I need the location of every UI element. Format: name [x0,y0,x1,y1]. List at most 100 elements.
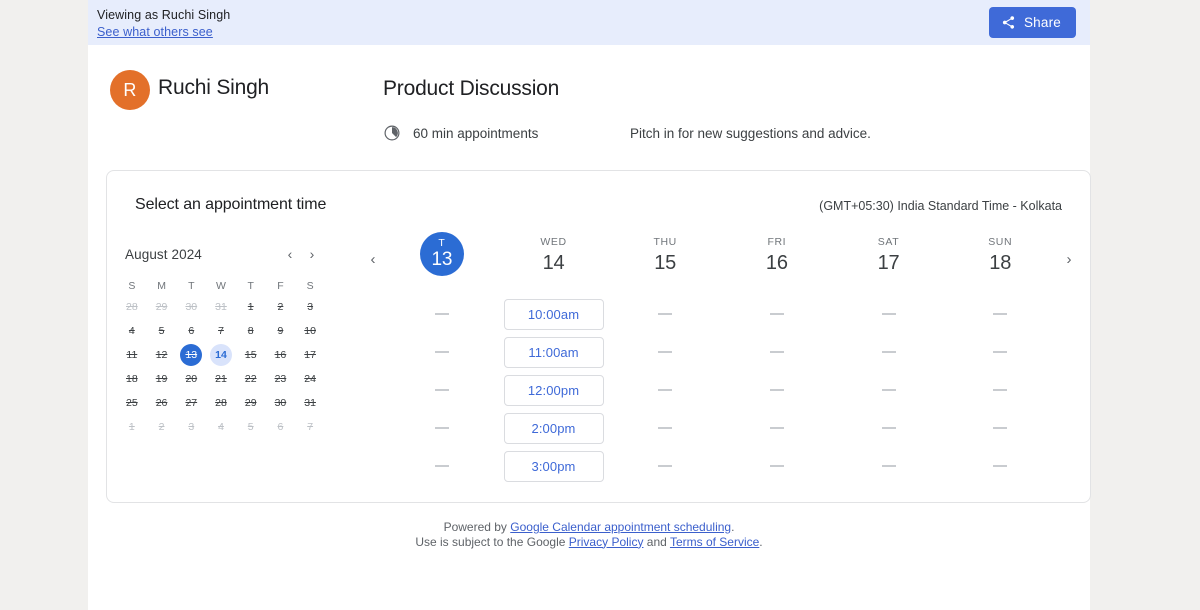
mini-calendar-day-31[interactable]: 31 [210,296,232,318]
mini-calendar-day-14[interactable]: 14 [209,344,232,366]
mini-calendar-day-18[interactable]: 18 [121,368,143,390]
time-slot-button-10:00am[interactable]: 10:00am [503,298,604,330]
day-column-header-16[interactable]: FRI 16 [721,233,833,277]
mini-calendar-day-10[interactable]: 10 [299,320,321,342]
mini-calendar-day-23[interactable]: 23 [269,368,291,390]
time-slot-button-12:00pm[interactable]: 12:00pm [503,374,604,406]
mini-calendar-day-5[interactable]: 5 [240,416,262,438]
mini-calendar-day-12[interactable]: 12 [151,344,173,366]
mini-calendar-day-6[interactable]: 6 [180,320,202,342]
slot-unavailable-dash [993,351,1008,353]
slot-row [944,371,1056,409]
slot-column-16 [721,295,833,485]
mini-calendar-day-17[interactable]: 17 [299,344,321,366]
mini-calendar-day-15[interactable]: 15 [240,344,262,366]
slot-unavailable-dash [434,389,449,391]
mini-calendar-day-22[interactable]: 22 [240,368,262,390]
mini-calendar-day-26[interactable]: 26 [151,392,173,414]
mini-calendar-day-3[interactable]: 3 [180,416,202,438]
privacy-policy-link[interactable]: Privacy Policy [569,535,644,549]
mini-calendar-day-2[interactable]: 2 [151,416,173,438]
mini-calendar-day-4[interactable]: 4 [121,320,143,342]
day-column-dow: WED [540,236,567,248]
mini-calendar-cell: 1 [117,415,147,439]
footer-powered-prefix: Powered by [443,520,511,534]
mini-calendar-day-4[interactable]: 4 [210,416,232,438]
mini-calendar-day-30[interactable]: 30 [180,296,202,318]
day-column-header-15[interactable]: THU 15 [609,233,721,277]
mini-calendar-dow-header: F [277,279,284,292]
time-slot-button-2:00pm[interactable]: 2:00pm [503,412,604,444]
day-column-header-18[interactable]: SUN 18 [944,233,1056,277]
mini-calendar-day-1[interactable]: 1 [121,416,143,438]
mini-calendar-cell: 2 [147,415,177,439]
see-what-others-see-link[interactable]: See what others see [97,24,230,41]
mini-calendar-day-7[interactable]: 7 [299,416,321,438]
mini-calendar-day-9[interactable]: 9 [269,320,291,342]
banner-text: Viewing as Ruchi Singh See what others s… [97,7,230,41]
time-slot-button-3:00pm[interactable]: 3:00pm [503,450,604,482]
day-strip-prev-chevron-left-icon[interactable]: ‹ [360,233,386,285]
mini-calendar-prev-month-chevron-left-icon[interactable]: ‹ [279,243,301,265]
slot-row [386,333,498,371]
mini-calendar-day-19[interactable]: 19 [151,368,173,390]
mini-calendar-day-21[interactable]: 21 [210,368,232,390]
mini-calendar-day-2[interactable]: 2 [269,296,291,318]
mini-calendar-day-25[interactable]: 25 [121,392,143,414]
slot-row: 12:00pm [498,371,610,409]
mini-calendar-day-5[interactable]: 5 [151,320,173,342]
slot-unavailable-dash [658,465,673,467]
mini-calendar-cell: 21 [206,367,236,391]
mini-calendar-day-13[interactable]: 13 [180,344,203,366]
mini-calendar-day-24[interactable]: 24 [299,368,321,390]
mini-calendar-next-month-chevron-right-icon[interactable]: › [301,243,323,265]
mini-calendar-day-28[interactable]: 28 [210,392,232,414]
mini-calendar-day-28[interactable]: 28 [121,296,143,318]
share-button[interactable]: Share [988,7,1076,38]
appointment-picker-card: Select an appointment time (GMT+05:30) I… [106,170,1091,503]
mini-calendar-day-11[interactable]: 11 [121,344,143,366]
slot-row [386,371,498,409]
footer-powered-line: Powered by Google Calendar appointment s… [88,520,1090,535]
time-slot-button-11:00am[interactable]: 11:00am [503,336,604,368]
mini-calendar-day-3[interactable]: 3 [299,296,321,318]
slot-row [386,409,498,447]
slot-row: 2:00pm [498,409,610,447]
day-column-header-13[interactable]: T 13 [386,232,498,276]
google-calendar-scheduling-link[interactable]: Google Calendar appointment scheduling [510,520,731,534]
day-strip: ‹ T 13 WED 14 THU 15 FRI 16 SAT 17 SUN 18 › 10:00am 11… [360,232,1082,492]
slot-row [944,333,1056,371]
mini-calendar-day-27[interactable]: 27 [180,392,202,414]
slot-column-14: 10:00am 11:00am 12:00pm 2:00pm 3:00pm [498,295,610,485]
mini-calendar-day-30[interactable]: 30 [269,392,291,414]
day-column-header-14[interactable]: WED 14 [498,233,610,277]
mini-calendar-day-29[interactable]: 29 [151,296,173,318]
day-column-dow: FRI [767,236,787,248]
footer: Powered by Google Calendar appointment s… [88,520,1090,549]
day-column-header-17[interactable]: SAT 17 [833,233,945,277]
mini-calendar-day-1[interactable]: 1 [240,296,262,318]
mini-calendar-day-8[interactable]: 8 [240,320,262,342]
slot-unavailable-dash [769,465,784,467]
mini-calendar-cell: 26 [147,391,177,415]
mini-calendar-day-6[interactable]: 6 [269,416,291,438]
slot-unavailable-dash [658,351,673,353]
slot-unavailable-dash [434,351,449,353]
share-button-label: Share [1023,15,1061,30]
mini-calendar-day-16[interactable]: 16 [269,344,291,366]
duration-clock-icon [383,124,401,142]
mini-calendar-cell: 20 [176,367,206,391]
day-strip-next-chevron-right-icon[interactable]: › [1056,233,1082,285]
page-content-column: Viewing as Ruchi Singh See what others s… [88,0,1091,610]
mini-calendar-day-7[interactable]: 7 [210,320,232,342]
slot-row [721,371,833,409]
terms-of-service-link[interactable]: Terms of Service [670,535,759,549]
mini-calendar-day-31[interactable]: 31 [299,392,321,414]
mini-calendar-day-29[interactable]: 29 [240,392,262,414]
mini-calendar-grid: S M T W T F S 28 29 30 31 1 2 3 4 5 6 7 8 9 10 11 12 13 14 15 16 17… [117,276,325,439]
time-slot-grid: 10:00am 11:00am 12:00pm 2:00pm 3:00pm [360,295,1082,485]
slot-row [609,295,721,333]
slot-row [609,409,721,447]
mini-calendar-cell: 5 [236,415,266,439]
mini-calendar-day-20[interactable]: 20 [180,368,202,390]
